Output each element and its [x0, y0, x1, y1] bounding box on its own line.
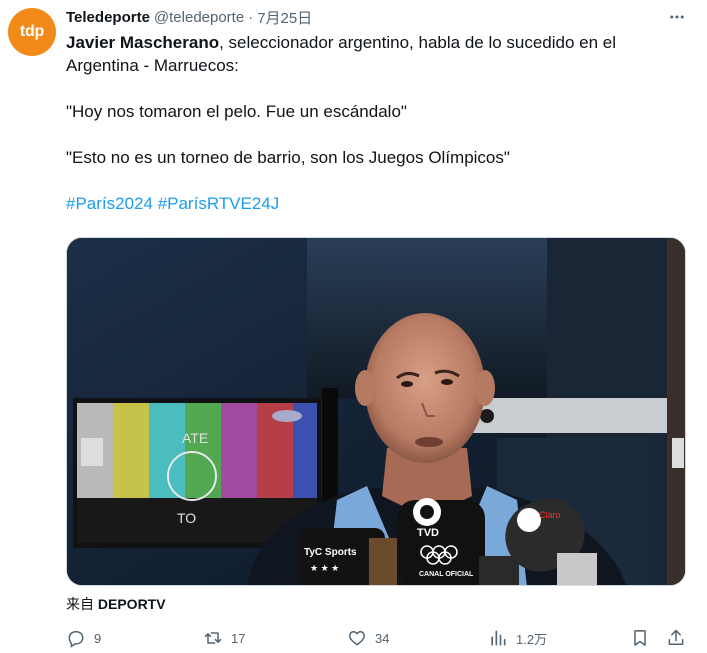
views-count: 1.2万	[516, 631, 548, 647]
tweet-media[interactable]: ATE TO TyC Sports ★ ★ ★ TVD CANAL OFICIA…	[66, 237, 686, 586]
tweet-quote-2: "Esto no es un torneo de barrio, son los…	[66, 148, 510, 167]
tv-text-2: TO	[177, 510, 196, 526]
mic-claro-label: Claro	[539, 510, 561, 520]
svg-text:★ ★ ★: ★ ★ ★	[310, 563, 339, 573]
tweet-quote-1: "Hoy nos tomaron el pelo. Fue un escánda…	[66, 102, 407, 121]
tweet-text: Javier Mascherano, seleccionador argenti…	[66, 31, 686, 215]
tweet-header: Teledeporte @teledeporte · 7月25日	[66, 6, 687, 28]
hashtag-link[interactable]: #París2024	[66, 194, 153, 213]
display-name[interactable]: Teledeporte	[66, 9, 150, 26]
hashtag-link[interactable]: #ParísRTVE24J	[158, 194, 280, 213]
mic-tyc-label: TyC Sports	[304, 547, 357, 558]
avatar-text: tdp	[19, 23, 45, 40]
retweet-button[interactable]: 17	[203, 628, 245, 648]
retweet-icon	[204, 632, 222, 644]
user-handle[interactable]: @teledeporte	[154, 9, 244, 26]
like-count: 34	[375, 630, 390, 646]
retweet-count: 17	[231, 630, 246, 646]
tweet-bold-name: Javier Mascherano	[66, 33, 220, 52]
mic-tvd-sublabel: CANAL OFICIAL	[419, 571, 474, 578]
mic-tvd-label: TVD	[417, 527, 439, 539]
tweet-actions: 9 17 34 1.2万	[60, 626, 689, 650]
share-button[interactable]	[666, 628, 686, 648]
tweet-source: 来自 DEPORTV	[66, 594, 166, 614]
reply-button[interactable]: 9	[66, 628, 101, 648]
tv-text-1: ATE	[182, 430, 208, 446]
share-icon	[668, 629, 684, 645]
bookmark-button[interactable]	[630, 628, 650, 648]
tweet-hashtags: #París2024 #ParísRTVE24J	[66, 192, 686, 215]
source-link[interactable]: DEPORTV	[98, 596, 166, 612]
reply-count: 9	[94, 630, 102, 646]
tweet-date[interactable]: 7月25日	[257, 7, 312, 28]
header-separator: ·	[248, 8, 254, 26]
views-button[interactable]: 1.2万	[488, 628, 547, 648]
media-video-frame: ATE TO TyC Sports ★ ★ ★ TVD CANAL OFICIA…	[67, 238, 685, 585]
source-prefix: 来自	[66, 596, 94, 612]
heart-icon	[349, 631, 365, 646]
tweet-line-1: Javier Mascherano, seleccionador argenti…	[66, 31, 686, 77]
avatar[interactable]: tdp	[8, 8, 56, 56]
more-icon[interactable]	[667, 8, 687, 26]
views-icon	[491, 630, 506, 646]
bookmark-icon	[634, 630, 646, 646]
like-button[interactable]: 34	[347, 628, 389, 648]
reply-icon	[68, 631, 84, 648]
